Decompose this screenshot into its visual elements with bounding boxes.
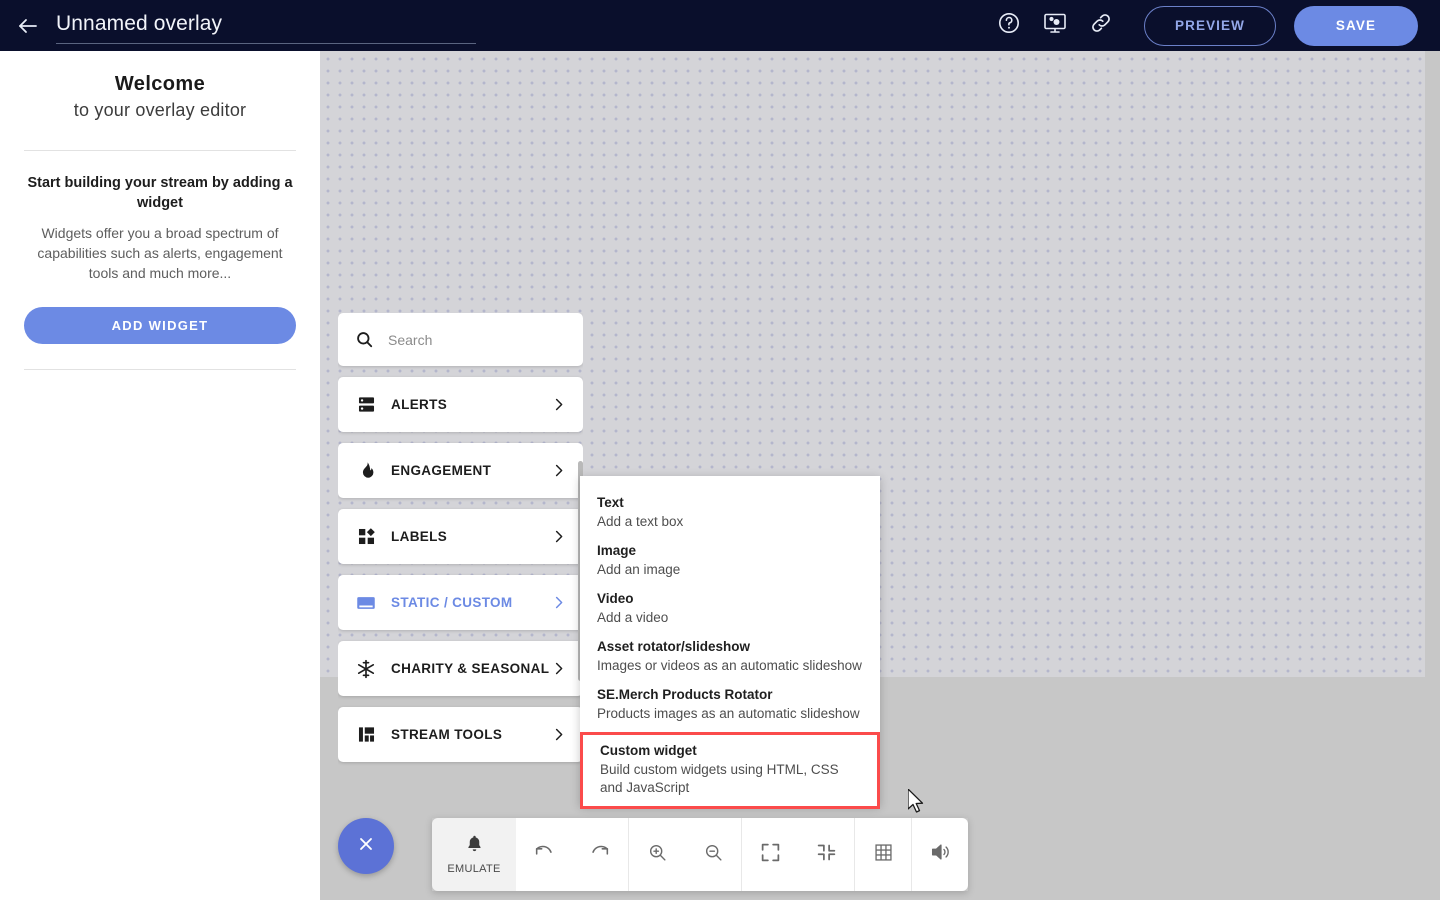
category-charity-seasonal[interactable]: CHARITY & SEASONAL [338,641,583,696]
static-panel-icon [355,593,377,613]
display-settings-button[interactable] [1032,4,1078,48]
category-alerts[interactable]: ALERTS [338,377,583,432]
zoom-group [629,818,742,891]
fullscreen-collapse-icon [816,842,837,868]
category-label: CHARITY & SEASONAL [391,661,550,676]
search-input[interactable] [388,331,569,348]
server-stack-icon [355,395,377,414]
welcome-block: Welcome to your overlay editor [0,51,320,121]
undo-icon [533,841,555,868]
widget-search-row[interactable] [338,313,583,366]
grid-icon [873,842,894,868]
submenu-item-video[interactable]: Video Add a video [580,584,880,632]
sidebar-heading: Start building your stream by adding a w… [27,175,293,211]
zoom-in-icon [647,842,668,868]
emulate-label: EMULATE [447,863,501,875]
label-blocks-icon [355,527,377,546]
submenu-item-image[interactable]: Image Add an image [580,536,880,584]
category-label: LABELS [391,529,448,544]
zoom-out-icon [703,842,724,868]
widget-category-panel: ALERTS ENGAGEMENT LABELS [338,313,583,800]
chevron-right-icon [551,595,566,610]
category-static-custom[interactable]: STATIC / CUSTOM [338,575,583,630]
help-button[interactable] [986,4,1032,48]
flame-icon [355,461,377,480]
submenu-item-title: Video [597,591,634,606]
chevron-right-icon [551,529,566,544]
sidebar-divider-top [24,150,296,151]
copy-link-button[interactable] [1078,4,1124,48]
history-group [516,818,629,891]
volume-button[interactable] [912,818,968,891]
save-button[interactable]: SAVE [1294,5,1418,46]
static-custom-submenu: Text Add a text box Image Add an image V… [580,476,880,809]
monitor-settings-icon [1042,11,1068,40]
fit-group [742,818,855,891]
toggle-grid-button[interactable] [855,818,911,891]
top-header: PREVIEW SAVE [0,0,1440,51]
category-labels[interactable]: LABELS [338,509,583,564]
category-label: ENGAGEMENT [391,463,492,478]
category-label: STREAM TOOLS [391,727,503,742]
overlay-title-field[interactable] [56,8,476,44]
volume-icon [929,841,951,868]
submenu-item-title: Custom widget [600,743,697,758]
submenu-item-title: Asset rotator/slideshow [597,639,751,654]
snowflake-icon [355,659,377,679]
chevron-right-icon [551,463,566,478]
overlay-title-input[interactable] [56,11,476,36]
search-icon [355,330,374,349]
redo-icon [589,841,611,868]
submenu-item-title: Text [597,495,624,510]
close-widget-panel-button[interactable] [338,818,394,874]
grid-group [855,818,912,891]
submenu-item-desc: Add a video [597,610,669,625]
sidebar-body: Start building your stream by adding a w… [0,173,320,344]
help-circle-icon [997,11,1021,40]
category-engagement[interactable]: ENGAGEMENT [338,443,583,498]
chevron-right-icon [551,727,566,742]
bottom-toolbar: EMULATE [432,818,968,891]
zoom-in-button[interactable] [629,818,685,891]
header-actions: PREVIEW SAVE [986,4,1440,48]
category-stream-tools[interactable]: STREAM TOOLS [338,707,583,762]
submenu-item-title: Image [597,543,637,558]
collapse-button[interactable] [798,818,854,891]
close-x-icon [356,834,376,859]
submenu-item-semerch-rotator[interactable]: SE.Merch Products Rotator Products image… [580,680,880,728]
redo-button[interactable] [572,818,628,891]
submenu-item-text[interactable]: Text Add a text box [580,488,880,536]
welcome-title: Welcome [114,73,206,95]
welcome-subtitle: to your overlay editor [73,100,247,120]
submenu-item-custom-widget[interactable]: Custom widget Build custom widgets using… [580,732,880,809]
arrow-left-icon [16,14,40,38]
sidebar-description: Widgets offer you a broad spectrum of ca… [37,225,283,281]
bell-icon [465,834,484,858]
left-sidebar: Welcome to your overlay editor Start bui… [0,51,320,900]
bar-blocks-icon [355,725,377,744]
emulate-button[interactable]: EMULATE [432,818,516,891]
zoom-out-button[interactable] [685,818,741,891]
submenu-item-desc: Add an image [597,562,681,577]
submenu-item-asset-rotator[interactable]: Asset rotator/slideshow Images or videos… [580,632,880,680]
submenu-item-title: SE.Merch Products Rotator [597,687,773,702]
back-button[interactable] [8,6,48,46]
audio-group [912,818,968,891]
category-label: STATIC / CUSTOM [391,595,513,610]
link-icon [1089,11,1113,40]
category-label: ALERTS [391,397,448,412]
sidebar-divider-bottom [24,369,296,370]
submenu-item-desc: Products images as an automatic slidesho… [597,706,860,721]
preview-button[interactable]: PREVIEW [1144,5,1276,46]
chevron-right-icon [551,661,566,676]
submenu-item-desc: Build custom widgets using HTML, CSS and… [600,762,839,795]
fullscreen-expand-icon [760,842,781,868]
submenu-item-desc: Add a text box [597,514,684,529]
undo-button[interactable] [516,818,572,891]
expand-button[interactable] [742,818,798,891]
chevron-right-icon [551,397,566,412]
add-widget-button[interactable]: ADD WIDGET [24,307,296,344]
submenu-item-desc: Images or videos as an automatic slidesh… [597,658,862,673]
